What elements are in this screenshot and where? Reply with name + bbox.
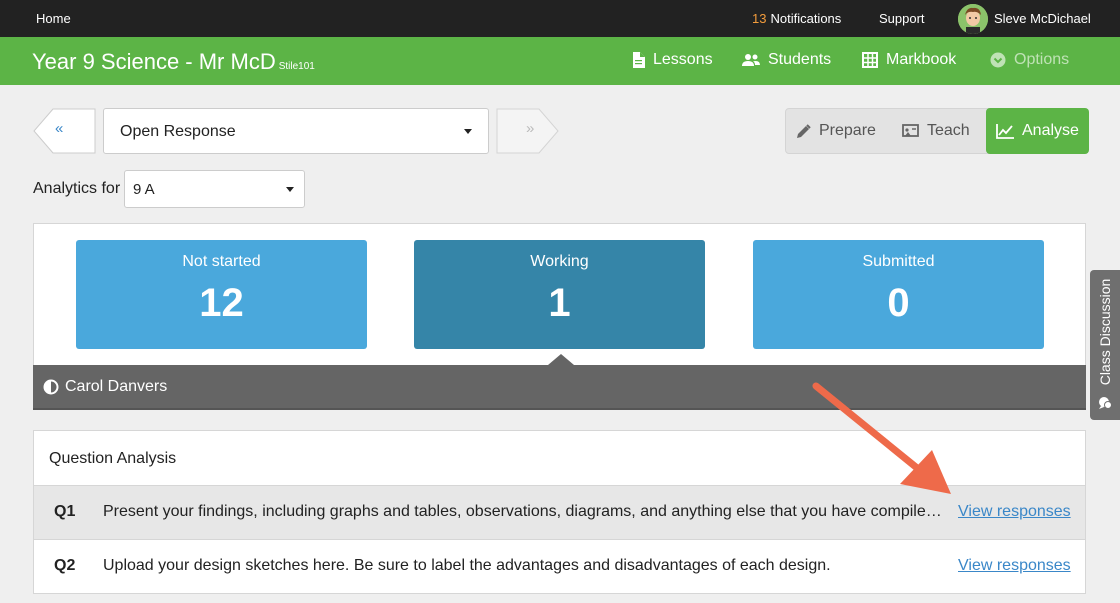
page-title: Year 9 Science - Mr McD Stile101 <box>32 49 315 75</box>
lesson-select-value: Open Response <box>120 123 236 140</box>
question-text: Present your findings, including graphs … <box>103 503 945 520</box>
line-chart-icon <box>996 123 1014 139</box>
users-icon <box>742 54 760 66</box>
chat-bubble-icon <box>1099 397 1112 409</box>
nav-lessons-label: Lessons <box>653 51 713 68</box>
card-working[interactable]: Working 1 <box>414 240 705 349</box>
caret-down-icon <box>286 187 294 192</box>
user-name: Sleve McDichael <box>994 11 1091 26</box>
avatar <box>958 3 988 34</box>
previous-label: « <box>55 120 64 137</box>
user-menu[interactable]: Sleve McDichael <box>958 3 1091 34</box>
mode-teach-label: Teach <box>927 122 970 139</box>
nav-markbook[interactable]: Markbook <box>862 51 956 69</box>
support-link[interactable]: Support <box>879 11 925 26</box>
grid-icon <box>862 52 878 68</box>
class-discussion-label: Class Discussion <box>1097 278 1113 386</box>
chevron-circle-icon <box>990 52 1006 68</box>
pencil-icon <box>797 123 811 138</box>
annotation-arrow <box>812 382 951 494</box>
nav-markbook-label: Markbook <box>886 51 957 68</box>
notifications-label: Notifications <box>770 11 842 26</box>
question-analysis-title: Question Analysis <box>49 450 177 467</box>
mode-prepare-label: Prepare <box>819 122 876 139</box>
card-not-started-count: 12 <box>199 281 244 325</box>
nav-options-label: Options <box>1014 51 1070 68</box>
mode-switcher: Prepare Teach Analyse <box>785 108 1089 154</box>
notifications-link[interactable]: 13 Notifications <box>752 11 841 26</box>
card-not-started-label: Not started <box>182 253 261 270</box>
home-link[interactable]: Home <box>36 11 71 26</box>
class-select[interactable]: 9 A <box>124 170 305 208</box>
selection-pointer <box>548 354 574 365</box>
view-responses-link[interactable]: View responses <box>958 557 1071 575</box>
nav-options[interactable]: Options <box>990 51 1069 69</box>
card-submitted-count: 0 <box>887 281 910 325</box>
top-bar: Home 13 Notifications Support Sleve McDic… <box>0 0 1120 37</box>
card-working-count: 1 <box>548 281 571 325</box>
notifications-count: 13 <box>752 11 767 26</box>
question-row: Q2 Upload your design sketches here. Be … <box>34 539 1085 593</box>
card-submitted[interactable]: Submitted 0 <box>753 240 1044 349</box>
question-text: Upload your design sketches here. Be sur… <box>103 557 831 574</box>
mode-teach[interactable]: Teach <box>902 109 970 153</box>
presentation-icon <box>902 123 919 137</box>
card-submitted-label: Submitted <box>862 253 935 270</box>
nav-students[interactable]: Students <box>742 51 831 69</box>
mode-prepare[interactable]: Prepare <box>796 109 876 153</box>
question-number: Q2 <box>54 557 76 574</box>
class-select-value: 9 A <box>133 181 155 198</box>
card-not-started[interactable]: Not started 12 <box>76 240 367 349</box>
next-label: » <box>526 120 535 137</box>
question-number: Q1 <box>54 503 76 520</box>
half-circle-icon <box>43 379 59 394</box>
student-name: Carol Danvers <box>65 377 168 395</box>
class-title: Year 9 Science - Mr McD <box>32 49 276 74</box>
card-working-label: Working <box>530 253 589 270</box>
nav-students-label: Students <box>768 51 832 68</box>
mode-analyse[interactable]: Analyse <box>986 108 1089 154</box>
class-code: Stile101 <box>278 61 315 72</box>
nav-lessons[interactable]: Lessons <box>632 51 713 69</box>
lesson-select[interactable]: Open Response <box>103 108 489 154</box>
next-button[interactable]: » <box>496 108 559 154</box>
analytics-for-label: Analytics for <box>33 180 121 197</box>
class-discussion-tab[interactable]: Class Discussion <box>1090 270 1120 420</box>
previous-button[interactable]: « <box>33 108 96 154</box>
view-responses-link[interactable]: View responses <box>958 503 1071 521</box>
mode-analyse-label: Analyse <box>1022 122 1079 139</box>
document-icon <box>633 52 645 68</box>
caret-down-icon <box>464 129 472 134</box>
class-header: Year 9 Science - Mr McD Stile101 Lessons … <box>0 37 1120 85</box>
